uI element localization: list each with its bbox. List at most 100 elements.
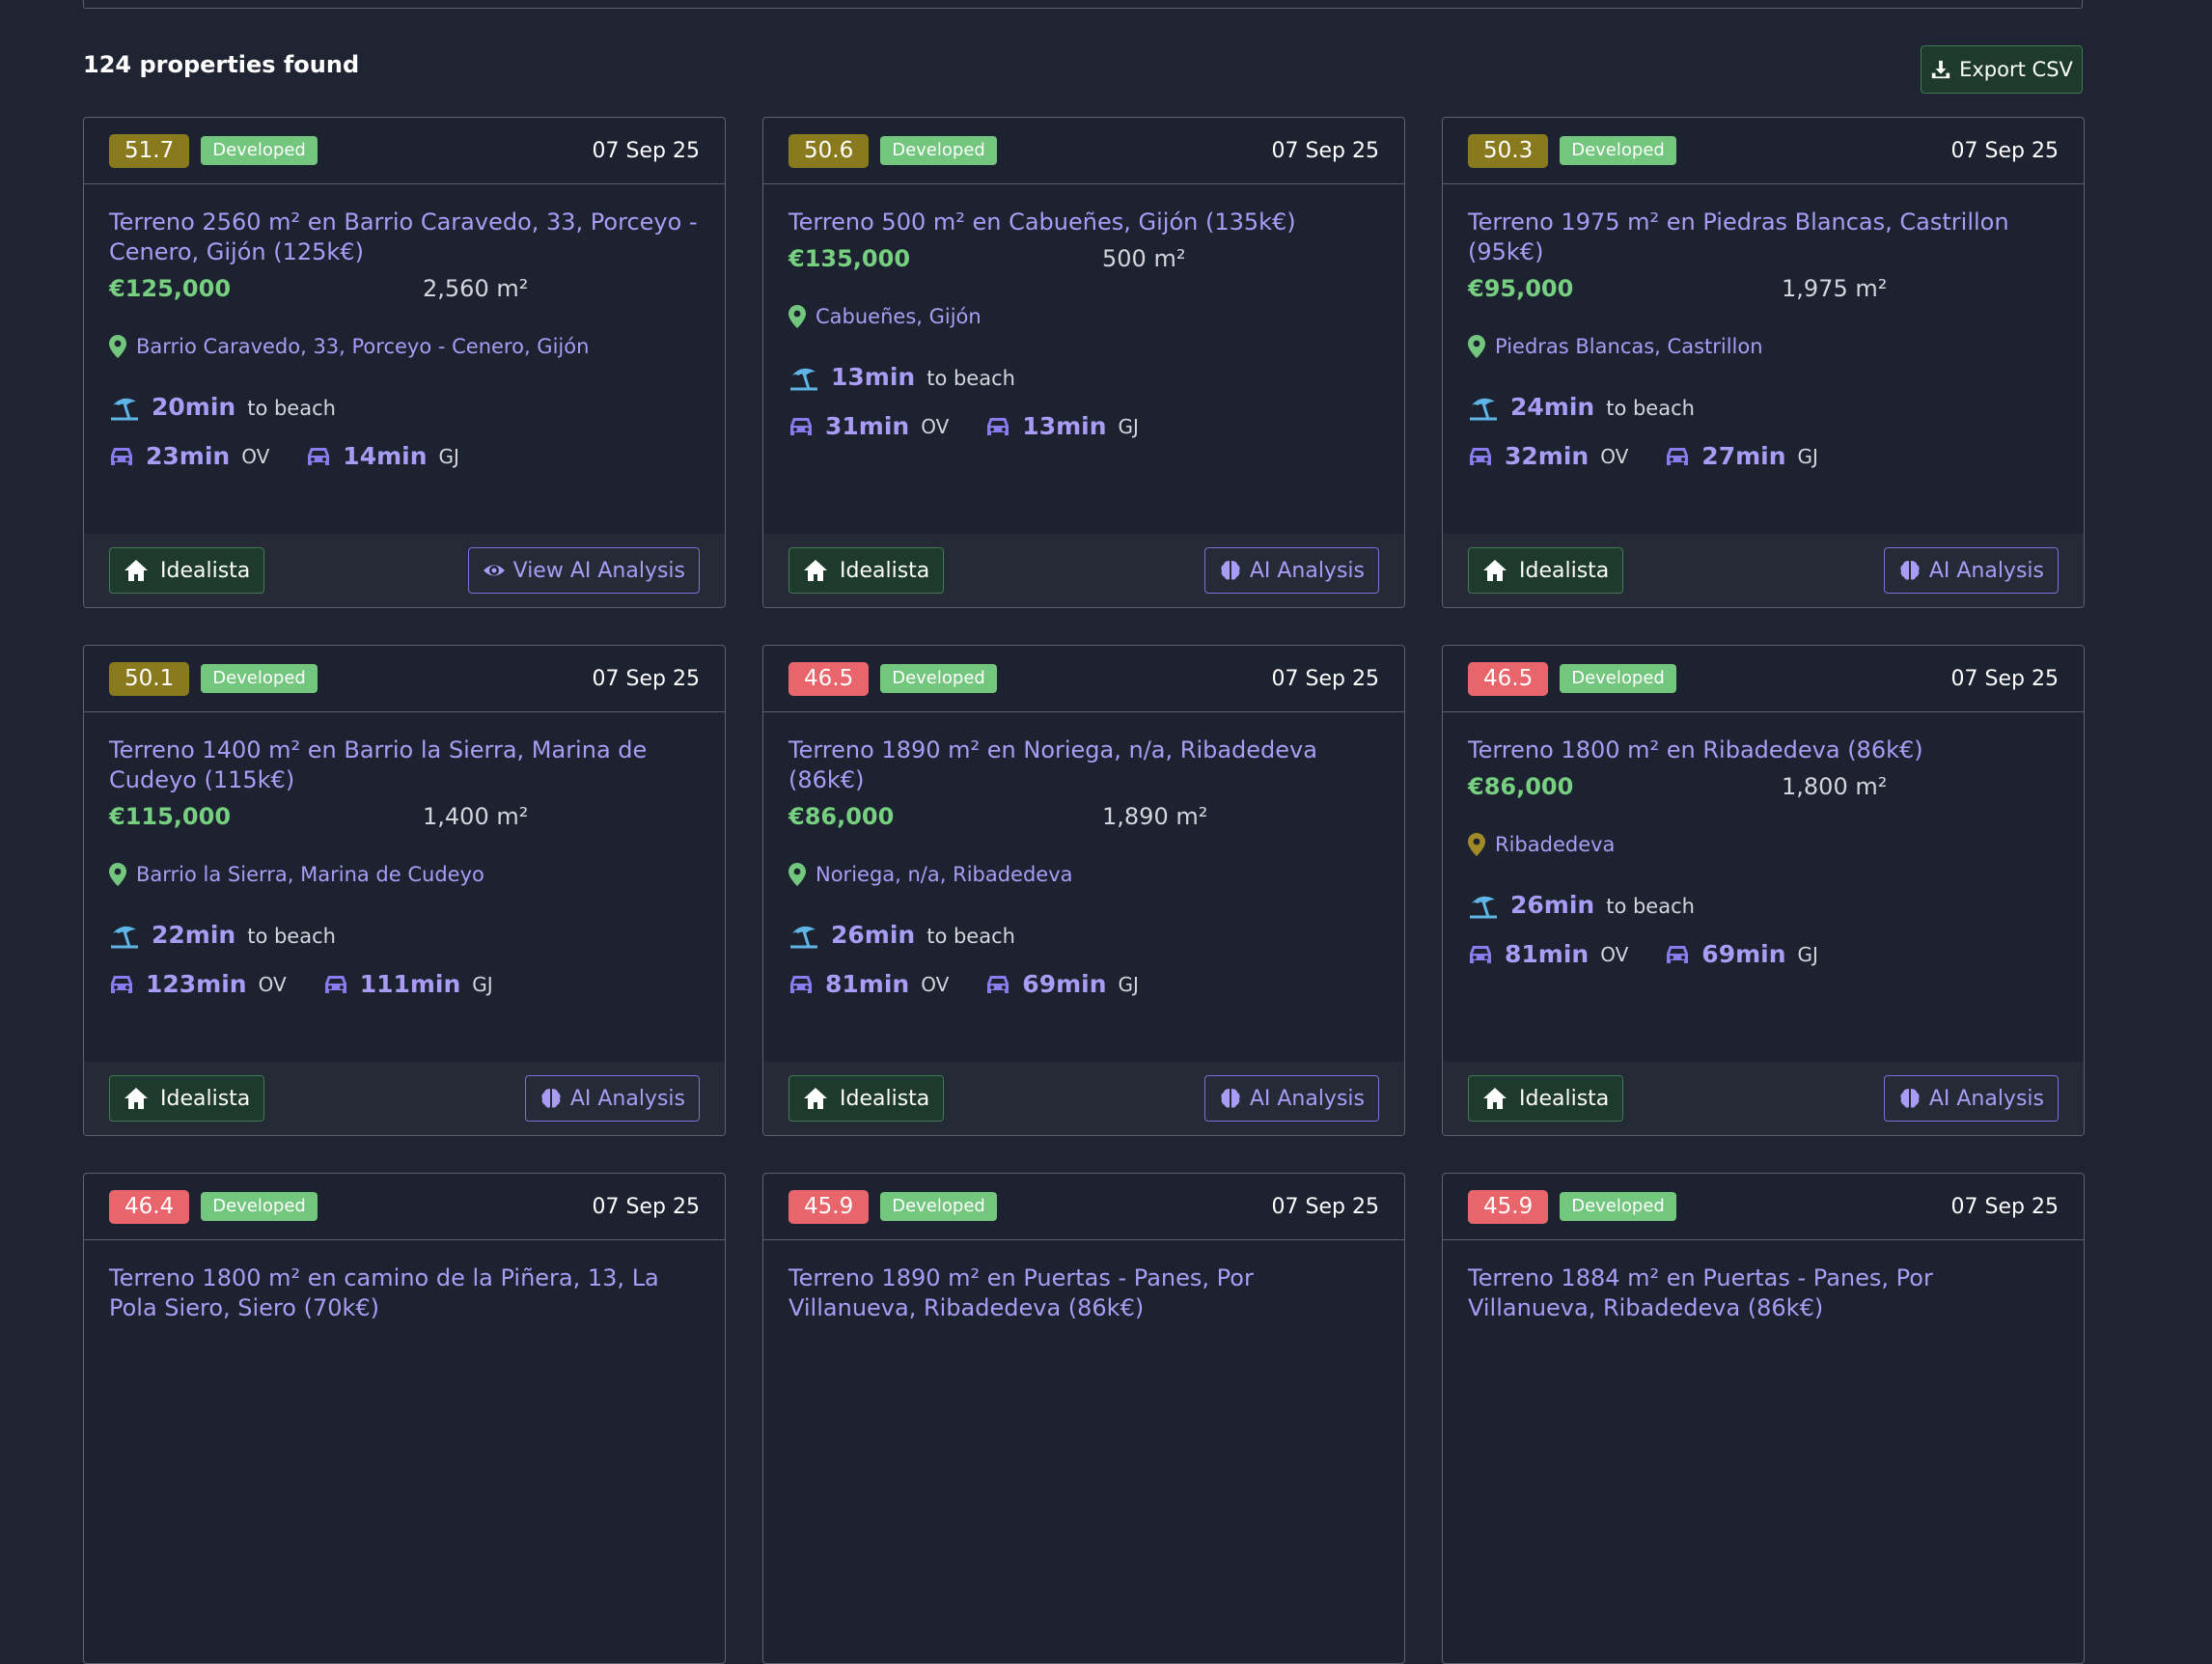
status-badge: Developed <box>880 664 997 693</box>
ai-analysis-button[interactable]: AI Analysis <box>524 1075 700 1122</box>
status-badge: Developed <box>880 1192 997 1221</box>
drive-label-gj: GJ <box>438 444 459 468</box>
price: €86,000 <box>1468 773 1574 800</box>
property-grid: 51.7 Developed 07 Sep 25 Terreno 2560 m²… <box>83 117 2085 1664</box>
property-title-link[interactable]: Terreno 1890 m² en Noriega, n/a, Ribaded… <box>788 735 1379 795</box>
location-row: Noriega, n/a, Ribadedeva <box>788 863 1379 886</box>
status-badge: Developed <box>201 664 318 693</box>
car-icon <box>790 417 812 435</box>
status-badge: Developed <box>880 136 997 165</box>
idealista-label: Idealista <box>160 558 251 583</box>
drive-time-ov: 81min <box>1505 940 1590 968</box>
card-body: Terreno 1884 m² en Puertas - Panes, Por … <box>1443 1240 2084 1323</box>
ai-analysis-button[interactable]: AI Analysis <box>1883 1075 2059 1122</box>
card-footer: Idealista AI Analysis <box>763 1062 1404 1135</box>
ai-analysis-button[interactable]: AI Analysis <box>1203 1075 1379 1122</box>
score-badge: 46.5 <box>788 661 870 696</box>
beach-label: to beach <box>926 367 1015 390</box>
car-icon <box>111 975 132 993</box>
property-title-link[interactable]: Terreno 1890 m² en Puertas - Panes, Por … <box>788 1263 1379 1323</box>
ai-analysis-button[interactable]: AI Analysis <box>1883 547 2059 594</box>
home-icon <box>804 1088 827 1109</box>
property-title-link[interactable]: Terreno 1884 m² en Puertas - Panes, Por … <box>1468 1263 2059 1323</box>
drive-label-ov: OV <box>921 972 950 996</box>
drive-time-ov: 123min <box>146 970 247 998</box>
brain-icon <box>541 1089 561 1108</box>
car-icon <box>1667 945 1689 963</box>
card-footer: Idealista View AI Analysis <box>84 534 725 607</box>
beach-time: 13min <box>831 363 916 391</box>
idealista-button[interactable]: Idealista <box>1468 1075 1624 1122</box>
home-icon <box>1483 1088 1507 1109</box>
beach-umbrella-icon <box>111 398 138 420</box>
price: €95,000 <box>1468 275 1574 302</box>
property-details: €125,000 2,560 m² Barrio Caravedo, 33, P… <box>109 275 700 470</box>
card-footer: Idealista AI Analysis <box>763 534 1404 607</box>
card-header: 46.4 Developed 07 Sep 25 <box>84 1174 725 1240</box>
card-body: Terreno 1890 m² en Puertas - Panes, Por … <box>763 1240 1404 1323</box>
status-badge: Developed <box>1560 136 1676 165</box>
ai-analysis-label: AI Analysis <box>1928 558 2044 583</box>
ai-analysis-label: AI Analysis <box>1928 1086 2044 1111</box>
drive-time-gj: 14min <box>343 442 428 470</box>
drive-times-row: 31min OV 13min GJ <box>788 412 1379 440</box>
export-csv-label: Export CSV <box>1959 58 2073 81</box>
card-header: 50.6 Developed 07 Sep 25 <box>763 118 1404 184</box>
location-row: Piedras Blancas, Castrillon <box>1468 335 2059 358</box>
drive-time-gj: 13min <box>1022 412 1107 440</box>
beach-distance-row: 26min to beach <box>788 921 1379 949</box>
property-title-link[interactable]: Terreno 1975 m² en Piedras Blancas, Cast… <box>1468 208 2059 267</box>
ai-analysis-label: AI Analysis <box>1249 558 1365 583</box>
status-badge: Developed <box>1560 664 1676 693</box>
listing-date: 07 Sep 25 <box>1271 666 1379 691</box>
card-footer: Idealista AI Analysis <box>84 1062 725 1135</box>
idealista-label: Idealista <box>1519 1086 1610 1111</box>
home-icon <box>804 560 827 581</box>
property-title-link[interactable]: Terreno 2560 m² en Barrio Caravedo, 33, … <box>109 208 700 267</box>
price-row: €135,000 500 m² <box>788 245 1379 272</box>
property-details: €115,000 1,400 m² Barrio la Sierra, Mari… <box>109 803 700 998</box>
idealista-button[interactable]: Idealista <box>109 1075 265 1122</box>
drive-time-ov: 31min <box>825 412 910 440</box>
ai-analysis-button[interactable]: View AI Analysis <box>467 547 700 594</box>
beach-time: 20min <box>152 393 236 421</box>
listing-date: 07 Sep 25 <box>592 138 700 163</box>
ai-analysis-button[interactable]: AI Analysis <box>1203 547 1379 594</box>
card-body: Terreno 500 m² en Cabueñes, Gijón (135k€… <box>763 184 1404 440</box>
drive-times-row: 123min OV 111min GJ <box>109 970 700 998</box>
drive-time-gj: 27min <box>1701 442 1786 470</box>
area: 1,890 m² <box>1102 803 1208 830</box>
property-title-link[interactable]: Terreno 1800 m² en Ribadedeva (86k€) <box>1468 735 2059 765</box>
drive-label-ov: OV <box>1600 444 1629 468</box>
drive-time-gj: 69min <box>1022 970 1107 998</box>
idealista-button[interactable]: Idealista <box>788 547 945 594</box>
property-title-link[interactable]: Terreno 1800 m² en camino de la Piñera, … <box>109 1263 700 1323</box>
export-csv-button[interactable]: Export CSV <box>1921 45 2083 94</box>
property-card: 46.5 Developed 07 Sep 25 Terreno 1800 m²… <box>1442 645 2085 1136</box>
beach-time: 26min <box>1510 891 1595 919</box>
drive-times-row: 81min OV 69min GJ <box>1468 940 2059 968</box>
status-badge: Developed <box>201 136 318 165</box>
property-title-link[interactable]: Terreno 500 m² en Cabueñes, Gijón (135k€… <box>788 208 1379 237</box>
score-badge: 45.9 <box>1468 1189 1549 1224</box>
idealista-button[interactable]: Idealista <box>1468 547 1624 594</box>
drive-time-gj: 111min <box>359 970 461 998</box>
property-card: 50.1 Developed 07 Sep 25 Terreno 1400 m²… <box>83 645 726 1136</box>
car-icon <box>790 975 812 993</box>
idealista-button[interactable]: Idealista <box>788 1075 945 1122</box>
card-body: Terreno 1400 m² en Barrio la Sierra, Mar… <box>84 712 725 998</box>
location-text: Noriega, n/a, Ribadedeva <box>816 863 1073 886</box>
location-row: Cabueñes, Gijón <box>788 305 1379 328</box>
car-icon <box>1667 447 1689 465</box>
property-card: 45.9 Developed 07 Sep 25 Terreno 1890 m²… <box>762 1173 1405 1664</box>
idealista-button[interactable]: Idealista <box>109 547 265 594</box>
property-title-link[interactable]: Terreno 1400 m² en Barrio la Sierra, Mar… <box>109 735 700 795</box>
location-row: Barrio Caravedo, 33, Porceyo - Cenero, G… <box>109 335 700 358</box>
listing-date: 07 Sep 25 <box>1950 666 2059 691</box>
price: €86,000 <box>788 803 895 830</box>
score-badge: 50.1 <box>109 661 190 696</box>
beach-distance-row: 26min to beach <box>1468 891 2059 919</box>
listing-date: 07 Sep 25 <box>1950 1194 2059 1219</box>
card-footer: Idealista AI Analysis <box>1443 534 2084 607</box>
idealista-label: Idealista <box>1519 558 1610 583</box>
